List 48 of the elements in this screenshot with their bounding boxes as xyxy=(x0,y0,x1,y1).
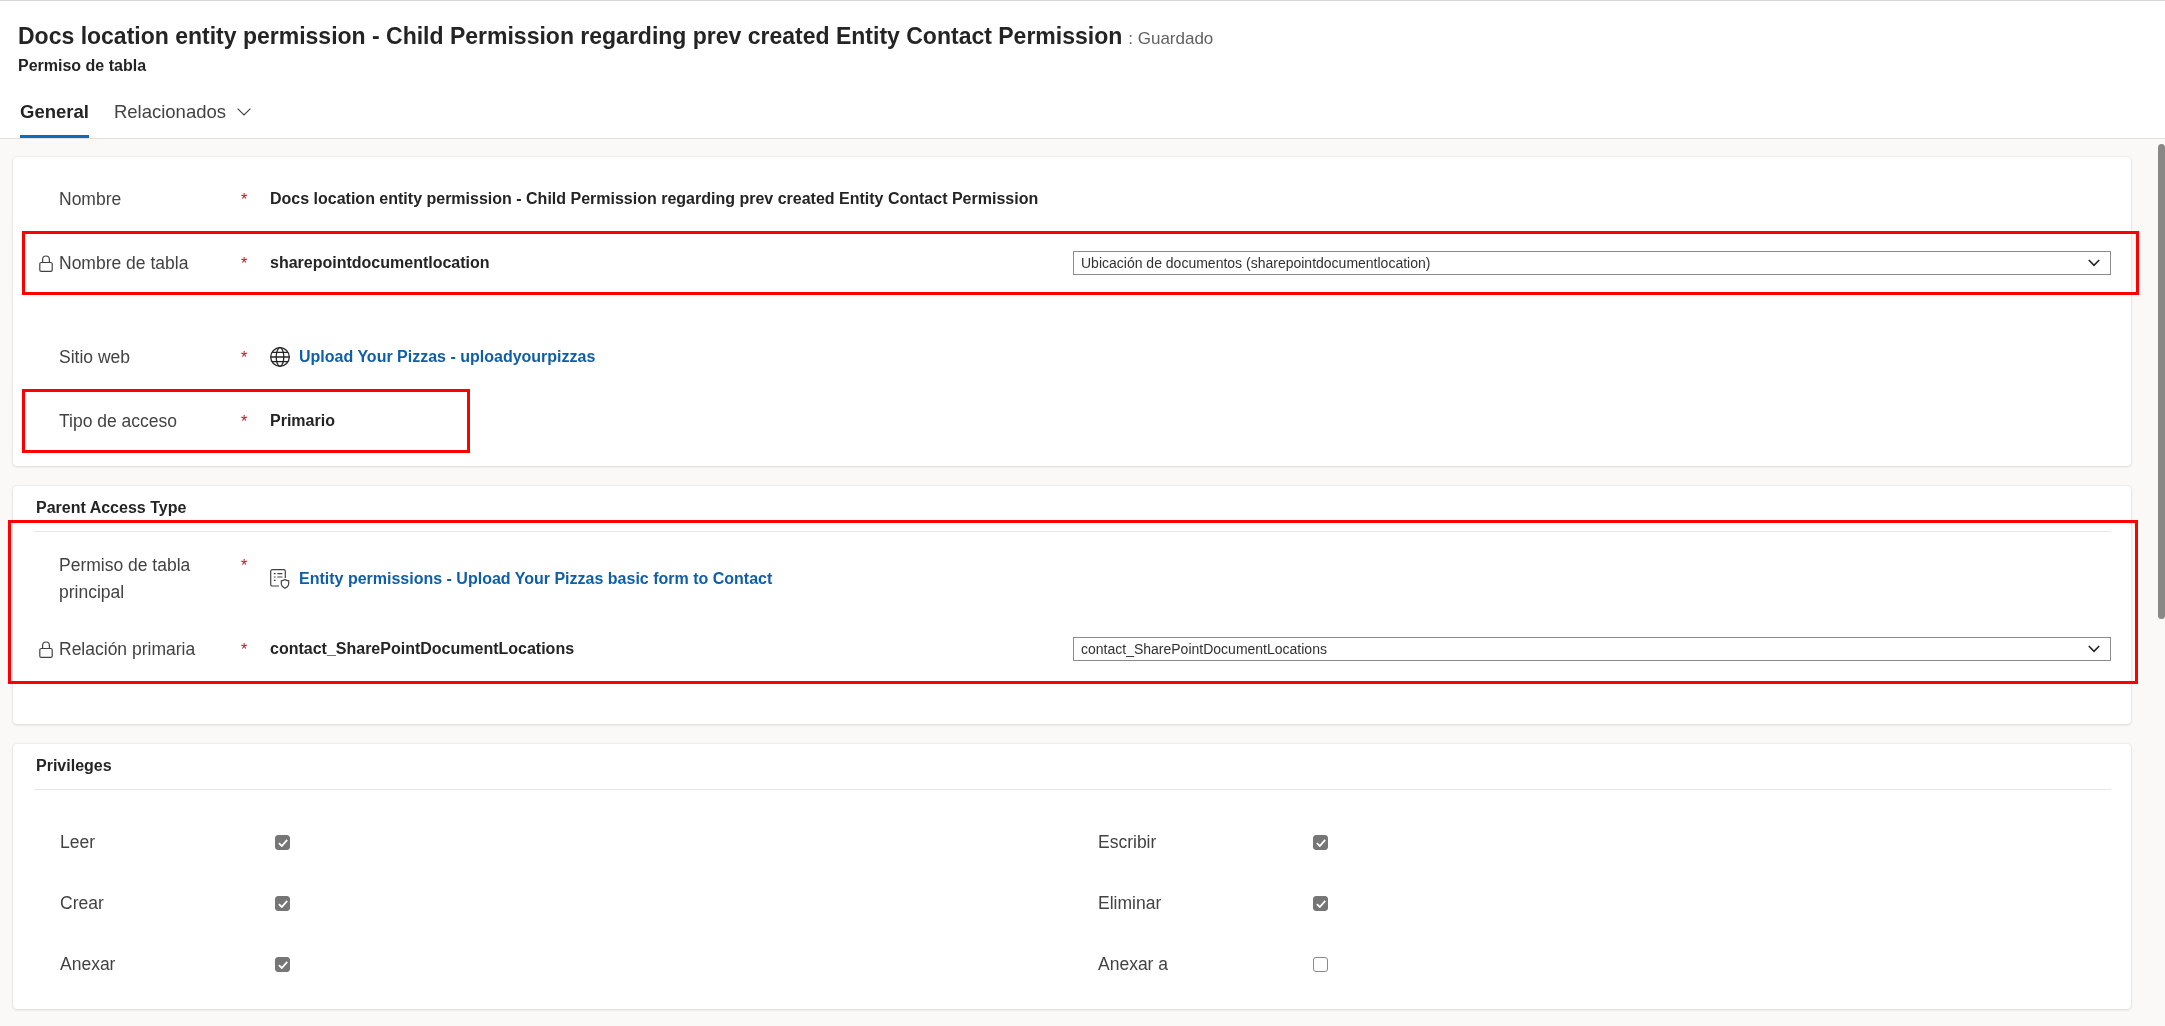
field-label: Nombre de tabla xyxy=(59,252,189,273)
field-label: Tipo de acceso xyxy=(59,410,178,431)
field-value: sharepointdocumentlocation xyxy=(270,254,490,272)
field-value: Docs location entity permission - Child Permission regarding prev created Entity Contact Permission xyxy=(270,190,1039,208)
chevron-down-icon xyxy=(2088,259,2100,267)
required-asterisk: * xyxy=(241,556,248,576)
privilege-label: Eliminar xyxy=(1098,893,1162,913)
checkbox[interactable] xyxy=(1313,896,1328,911)
tab[interactable]: Relacionados xyxy=(113,90,251,138)
dropdown-field[interactable]: contact_SharePointDocumentLocations xyxy=(1073,637,2111,661)
checkmark-icon xyxy=(1315,838,1326,847)
privilege-label: Anexar xyxy=(60,954,116,974)
checkbox[interactable] xyxy=(1313,957,1328,972)
globe-icon xyxy=(270,347,290,367)
privilege-label: Leer xyxy=(60,832,96,852)
privilege-label: Crear xyxy=(60,893,104,913)
required-asterisk: * xyxy=(241,411,248,432)
privilege-label: Escribir xyxy=(1098,832,1157,852)
required-asterisk: * xyxy=(241,189,248,210)
dropdown-field[interactable]: Ubicación de documentos (sharepointdocumentlocation) xyxy=(1073,251,2111,275)
checkbox[interactable] xyxy=(275,896,290,911)
field-label: Sitio web xyxy=(59,346,130,367)
save-status: : Guardado xyxy=(1128,28,1214,50)
list-shield-icon xyxy=(270,569,290,589)
required-asterisk: * xyxy=(241,639,248,660)
field-label: Nombre xyxy=(59,188,122,209)
checkmark-icon xyxy=(1315,899,1326,908)
checkmark-icon xyxy=(277,899,288,908)
checkbox[interactable] xyxy=(1313,835,1328,850)
record-link[interactable]: Entity permissions - Upload Your Pizzas basic form to Contact xyxy=(299,570,773,588)
field-value: contact_SharePointDocumentLocations xyxy=(270,640,575,658)
checkmark-icon xyxy=(277,838,288,847)
field-label: Relación primaria xyxy=(59,638,196,659)
chevron-down-icon xyxy=(2088,645,2100,653)
field-label: Permiso de tabla principal xyxy=(59,555,191,602)
section-title: Parent Access Type xyxy=(36,499,187,516)
website-link[interactable]: Upload Your Pizzas - uploadyourpizzas xyxy=(299,348,596,366)
required-asterisk: * xyxy=(241,253,248,274)
scrollbar-thumb[interactable] xyxy=(2158,144,2165,619)
checkbox[interactable] xyxy=(275,957,290,972)
privilege-label: Anexar a xyxy=(1098,954,1169,974)
record-type-label: Permiso de tabla xyxy=(18,57,147,74)
section-title: Privileges xyxy=(36,757,112,774)
checkbox[interactable] xyxy=(275,835,290,850)
field-value: Primario xyxy=(270,412,335,430)
record-title: Docs location entity permission - Child Permission regarding prev created Entity Contact Permission xyxy=(18,22,1123,50)
required-asterisk: * xyxy=(241,347,248,368)
checkmark-icon xyxy=(277,960,288,969)
